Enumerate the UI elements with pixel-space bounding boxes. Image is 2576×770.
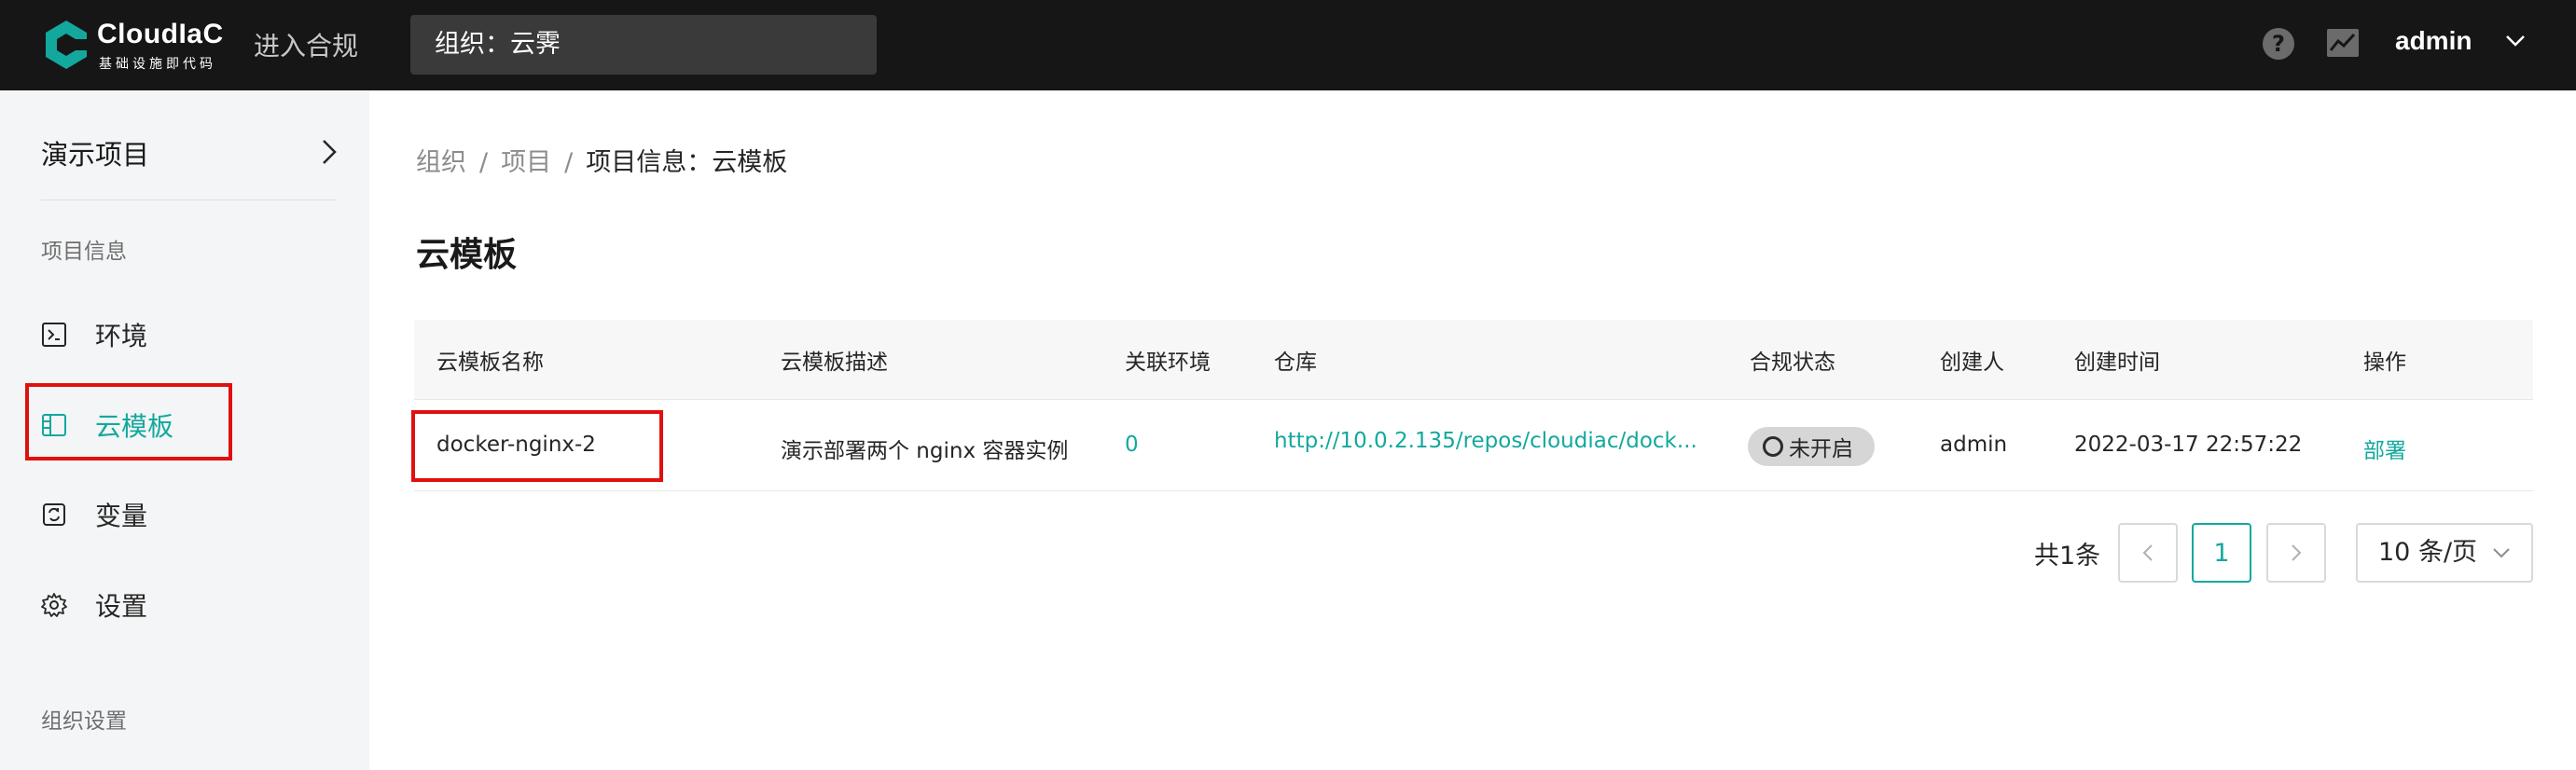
sidebar-divider: [41, 199, 336, 200]
chart-icon[interactable]: [2326, 28, 2360, 58]
breadcrumb-org[interactable]: 组织: [416, 148, 466, 177]
column-header-creator: 创建人: [1940, 351, 2004, 375]
highlight-box-template-name: [411, 410, 663, 482]
breadcrumb-project[interactable]: 项目: [501, 148, 551, 177]
section-label-org-settings: 组织设置: [41, 709, 127, 734]
project-name: 演示项目: [41, 139, 150, 171]
repo-link[interactable]: http://10.0.2.135/repos/cloudiac/dock...: [1274, 429, 1697, 453]
breadcrumb-separator: /: [479, 148, 489, 177]
column-header-created-at: 创建时间: [2074, 351, 2160, 375]
next-page-button[interactable]: [2266, 523, 2326, 583]
template-description-cell: 演示部署两个 nginx 容器实例: [781, 439, 1069, 463]
env-count-link[interactable]: 0: [1125, 433, 1139, 457]
page-size-select[interactable]: 10 条/页: [2356, 523, 2533, 583]
top-navbar: CloudIaC 基础设施即代码 进入合规 组织：云霁 ? admin: [0, 0, 2576, 90]
page-button-1[interactable]: 1: [2192, 523, 2251, 583]
table-header: 云模板名称 云模板描述 关联环境 仓库 合规状态 创建人 创建时间 操作: [414, 320, 2533, 400]
breadcrumb-separator: /: [564, 148, 574, 177]
created-at-cell: 2022-03-17 22:57:22: [2074, 433, 2303, 457]
chevron-right-icon: [323, 140, 337, 164]
compliance-status-label: 未开启: [1789, 437, 1853, 461]
sidebar-item-settings[interactable]: 设置: [41, 582, 339, 628]
pagination-total: 共1条: [2034, 542, 2101, 571]
terminal-icon: [42, 323, 66, 347]
enter-compliance-link[interactable]: 进入合规: [254, 26, 358, 63]
sidebar-item-label: 环境: [95, 321, 148, 351]
chevron-down-icon: [2506, 35, 2525, 47]
cloudiac-logo: [46, 21, 89, 69]
user-menu[interactable]: admin: [2395, 26, 2525, 56]
gear-icon: [41, 593, 67, 617]
org-selector[interactable]: 组织：云霁: [410, 15, 877, 75]
brand-subtitle: 基础设施即代码: [99, 57, 216, 72]
highlight-box-nav: [25, 383, 232, 461]
column-header-action: 操作: [2363, 351, 2406, 375]
compliance-status-badge: 未开启: [1748, 427, 1875, 466]
prev-page-button[interactable]: [2118, 523, 2178, 583]
help-icon[interactable]: ?: [2263, 28, 2294, 60]
page-size-value: 10 条/页: [2378, 538, 2478, 567]
sidebar-item-label: 变量: [95, 501, 148, 531]
breadcrumb-current: 项目信息：云模板: [586, 148, 788, 177]
sidebar-item-variables[interactable]: 变量: [41, 491, 339, 538]
column-header-compliance: 合规状态: [1750, 351, 1835, 375]
variable-icon: [43, 503, 65, 526]
section-label-project-info: 项目信息: [41, 240, 127, 264]
deploy-link[interactable]: 部署: [2363, 433, 2406, 464]
sidebar-item-environment[interactable]: 环境: [41, 311, 339, 358]
chevron-right-icon: [2292, 544, 2302, 561]
table-row: docker-nginx-2 演示部署两个 nginx 容器实例 0 http:…: [414, 401, 2533, 491]
chevron-down-icon: [2493, 548, 2510, 558]
chevron-left-icon: [2142, 544, 2153, 561]
status-circle-icon: [1763, 436, 1783, 457]
brand-name: CloudIaC: [97, 19, 224, 49]
username: admin: [2395, 26, 2472, 55]
creator-cell: admin: [1940, 433, 2008, 457]
column-header-repo: 仓库: [1274, 351, 1317, 375]
project-selector[interactable]: 演示项目: [41, 133, 338, 174]
column-header-name: 云模板名称: [436, 351, 544, 375]
sidebar-item-label: 设置: [95, 591, 148, 622]
page-title: 云模板: [416, 236, 518, 274]
breadcrumb: 组织 / 项目 / 项目信息：云模板: [416, 142, 787, 178]
column-header-description: 云模板描述: [781, 351, 888, 375]
column-header-env: 关联环境: [1125, 351, 1211, 375]
